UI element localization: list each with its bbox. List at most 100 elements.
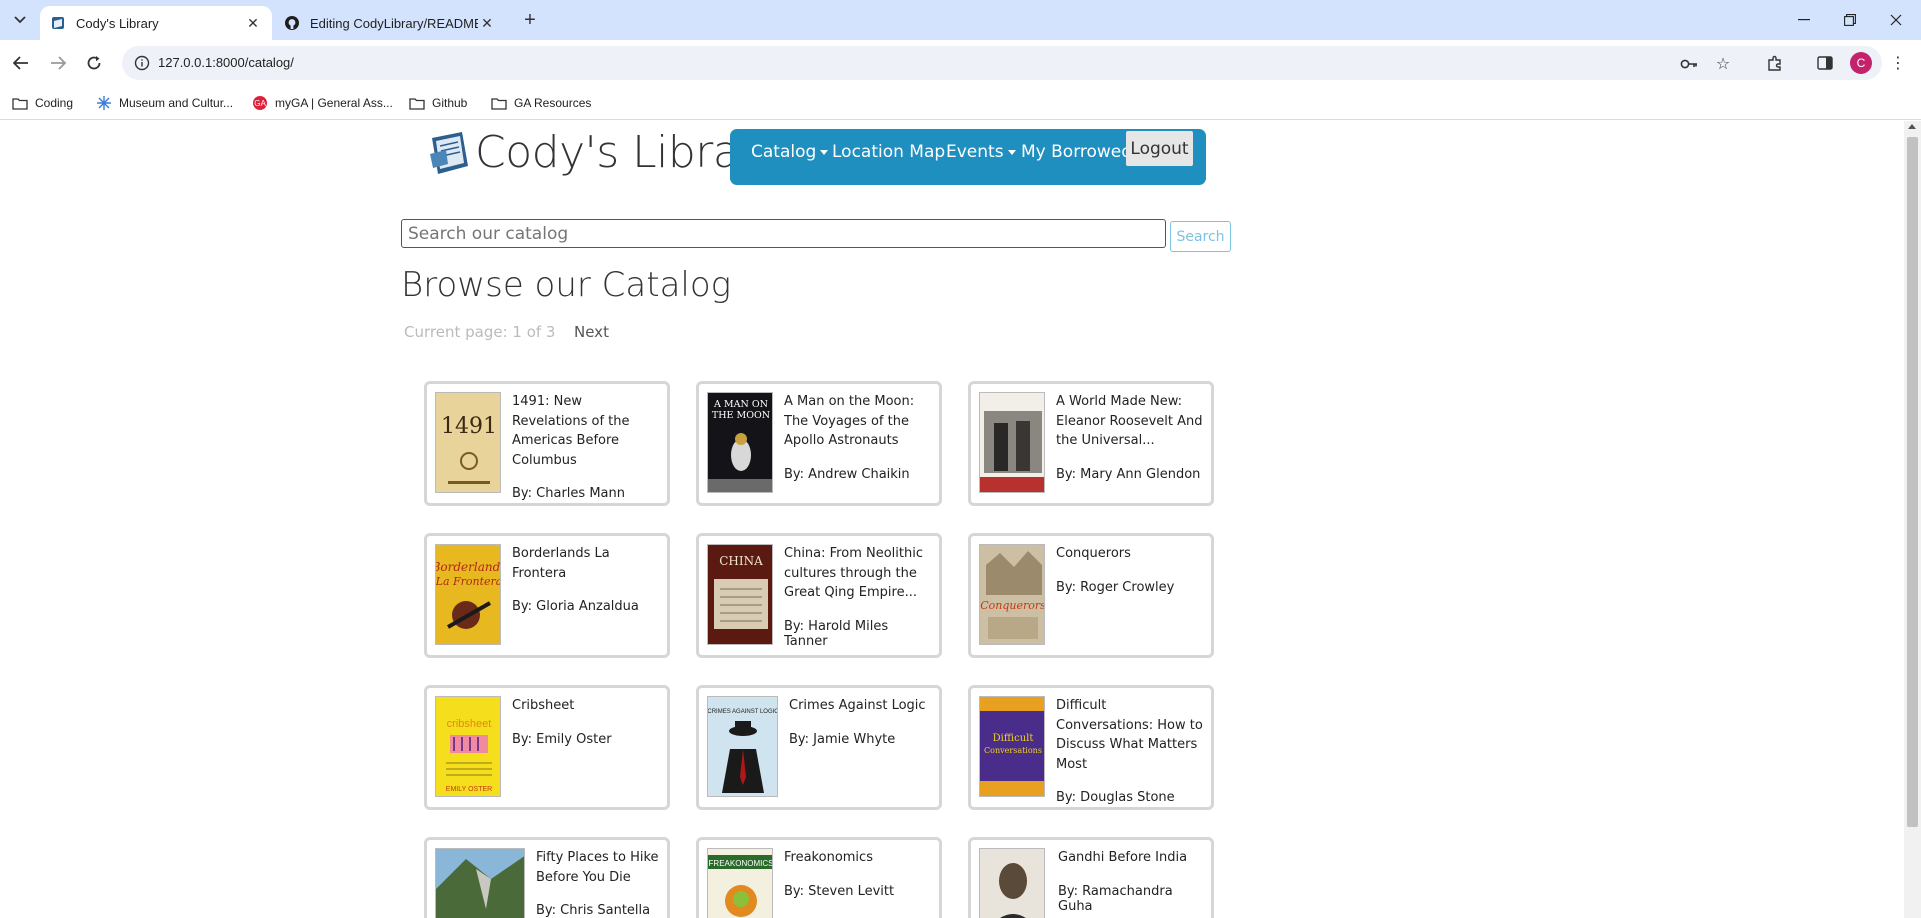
- folder-icon: [409, 95, 425, 111]
- nav-catalog-label: Catalog: [751, 142, 817, 162]
- logout-button[interactable]: Logout: [1126, 131, 1193, 166]
- bookmark-ga-resources[interactable]: GA Resources: [491, 93, 591, 113]
- book-card[interactable]: Fifty Places to Hike Before You Die By: …: [424, 837, 670, 918]
- tab-title: Editing CodyLibrary/README.m: [310, 15, 478, 31]
- book-cover-image[interactable]: [435, 848, 525, 918]
- bookmark-myga[interactable]: GA myGA | General Ass...: [252, 93, 393, 113]
- forward-arrow-icon[interactable]: [45, 50, 71, 76]
- extensions-puzzle-icon[interactable]: [1762, 50, 1788, 76]
- page-scrollbar[interactable]: [1904, 121, 1921, 918]
- svg-text:1491: 1491: [441, 414, 497, 439]
- close-window-icon[interactable]: [1873, 0, 1919, 40]
- book-title[interactable]: Gandhi Before India: [1058, 848, 1205, 868]
- close-tab-icon[interactable]: ✕: [478, 14, 496, 32]
- bookmark-label: Github: [432, 96, 468, 110]
- book-cover-image[interactable]: cribsheet EMILY OSTER: [435, 696, 501, 797]
- book-cover-image[interactable]: Difficult Conversations: [979, 696, 1045, 797]
- book-card[interactable]: Difficult Conversations Difficult Convers…: [968, 685, 1214, 810]
- nav-my-borrowed[interactable]: My Borrowed: [1021, 142, 1132, 162]
- book-title[interactable]: Conquerors: [1056, 544, 1205, 564]
- book-card[interactable]: 1491 1491: New Revelations of the Americ…: [424, 381, 670, 506]
- back-arrow-icon[interactable]: [8, 50, 34, 76]
- bookmark-label: Museum and Cultur...: [119, 96, 234, 110]
- bookmark-star-icon[interactable]: ☆: [1712, 53, 1734, 75]
- site-info-icon[interactable]: [134, 55, 150, 71]
- book-cover-image[interactable]: BorderlandsLa Frontera: [435, 544, 501, 645]
- profile-avatar[interactable]: C: [1850, 52, 1872, 74]
- svg-text:A MAN ON: A MAN ON: [713, 399, 768, 410]
- bookmarks-bar: Coding Museum and Cultur... GA myGA | Ge…: [0, 87, 1921, 120]
- book-card[interactable]: CRIMES AGAINST LOGIC Crimes Against Logi…: [696, 685, 942, 810]
- book-title[interactable]: Freakonomics: [784, 848, 933, 868]
- book-title[interactable]: Cribsheet: [512, 696, 661, 716]
- book-author: By: Ramachandra Guha: [1058, 883, 1173, 914]
- scroll-up-arrow-icon[interactable]: [1908, 124, 1916, 129]
- book-card[interactable]: BorderlandsLa Frontera Borderlands La Fr…: [424, 533, 670, 658]
- address-bar[interactable]: 127.0.0.1:8000/catalog/ ☆: [122, 46, 1882, 80]
- book-card[interactable]: A World Made New: Eleanor Roosevelt And …: [968, 381, 1214, 506]
- nav-location-map[interactable]: Location Map: [832, 142, 945, 162]
- svg-text:La Frontera: La Frontera: [436, 575, 501, 588]
- search-button[interactable]: Search: [1170, 221, 1231, 252]
- book-cover-image[interactable]: Conquerors: [979, 544, 1045, 645]
- book-title[interactable]: Crimes Against Logic: [789, 696, 933, 716]
- url-text[interactable]: 127.0.0.1:8000/catalog/: [158, 55, 294, 70]
- book-card[interactable]: CHINA China: From Neolithic cultures thr…: [696, 533, 942, 658]
- book-author: By: Jamie Whyte: [789, 731, 896, 747]
- side-panel-icon[interactable]: [1812, 50, 1838, 76]
- book-title[interactable]: Borderlands La Frontera: [512, 544, 661, 583]
- svg-text:CRIMES AGAINST LOGIC: CRIMES AGAINST LOGIC: [708, 709, 778, 715]
- book-cover-image[interactable]: A MAN ON THE MOON: [707, 392, 773, 493]
- book-cover-image[interactable]: [979, 848, 1045, 918]
- book-card[interactable]: Conquerors Conquerors By: Roger Crowley: [968, 533, 1214, 658]
- minimize-icon[interactable]: [1781, 0, 1827, 40]
- book-title[interactable]: 1491: New Revelations of the Americas Be…: [512, 392, 661, 470]
- book-title[interactable]: China: From Neolithic cultures through t…: [784, 544, 933, 603]
- folder-icon: [12, 95, 28, 111]
- book-card[interactable]: Gandhi Before India By: Ramachandra Guha: [968, 837, 1214, 918]
- svg-text:Conversations: Conversations: [984, 746, 1042, 755]
- tab-editing-readme[interactable]: Editing CodyLibrary/README.m ✕: [274, 6, 506, 40]
- bookmark-museum[interactable]: Museum and Cultur...: [96, 93, 233, 113]
- book-cover-image[interactable]: FREAKONOMICS: [707, 848, 773, 918]
- nav-events-label: Events: [946, 142, 1004, 162]
- book-title[interactable]: Fifty Places to Hike Before You Die: [536, 848, 661, 887]
- scrollbar-thumb[interactable]: [1907, 137, 1918, 827]
- catalog-search-input[interactable]: [401, 219, 1166, 248]
- pagination-next-link[interactable]: Next: [574, 323, 609, 341]
- password-key-icon[interactable]: [1678, 53, 1700, 75]
- library-logo-icon[interactable]: [428, 130, 472, 176]
- book-cover-image[interactable]: 1491: [435, 392, 501, 493]
- reload-icon[interactable]: [81, 50, 107, 76]
- book-cover-image[interactable]: CRIMES AGAINST LOGIC: [707, 696, 778, 797]
- menu-kebab-icon[interactable]: ⋮: [1885, 50, 1911, 76]
- tab-codys-library[interactable]: Cody's Library ✕: [40, 6, 272, 40]
- nav-catalog-dropdown[interactable]: Catalog: [751, 142, 829, 162]
- book-author: By: Mary Ann Glendon: [1056, 466, 1201, 482]
- book-cover-image[interactable]: CHINA: [707, 544, 773, 645]
- book-card[interactable]: A MAN ON THE MOON A Man on the Moon: The …: [696, 381, 942, 506]
- close-tab-icon[interactable]: ✕: [244, 14, 262, 32]
- book-title[interactable]: Difficult Conversations: How to Discuss …: [1056, 696, 1205, 774]
- nav-events-dropdown[interactable]: Events: [946, 142, 1016, 162]
- browser-toolbar: 127.0.0.1:8000/catalog/ ☆ C ⋮: [0, 40, 1921, 87]
- tab-search-chevron-icon[interactable]: [8, 9, 32, 31]
- book-title[interactable]: A World Made New: Eleanor Roosevelt And …: [1056, 392, 1205, 451]
- book-cover-image[interactable]: [979, 392, 1045, 493]
- svg-text:EMILY OSTER: EMILY OSTER: [446, 786, 492, 793]
- svg-text:cribsheet: cribsheet: [447, 718, 492, 730]
- bookmark-github[interactable]: Github: [409, 93, 467, 113]
- svg-text:Borderlands: Borderlands: [436, 560, 501, 574]
- new-tab-plus-icon[interactable]: +: [518, 8, 542, 32]
- svg-text:Difficult: Difficult: [993, 733, 1034, 744]
- tab-title: Cody's Library: [76, 15, 159, 31]
- folder-icon: [491, 95, 507, 111]
- snowflake-icon: [96, 95, 112, 111]
- svg-text:CHINA: CHINA: [719, 554, 763, 568]
- bookmark-coding[interactable]: Coding: [12, 93, 73, 113]
- book-title[interactable]: A Man on the Moon: The Voyages of the Ap…: [784, 392, 933, 451]
- book-author: By: Charles Mann: [512, 486, 625, 501]
- book-card[interactable]: cribsheet EMILY OSTER Cribsheet By: Emily…: [424, 685, 670, 810]
- restore-icon[interactable]: [1827, 0, 1873, 40]
- book-card[interactable]: FREAKONOMICS Freakonomics By: Steven Lev…: [696, 837, 942, 918]
